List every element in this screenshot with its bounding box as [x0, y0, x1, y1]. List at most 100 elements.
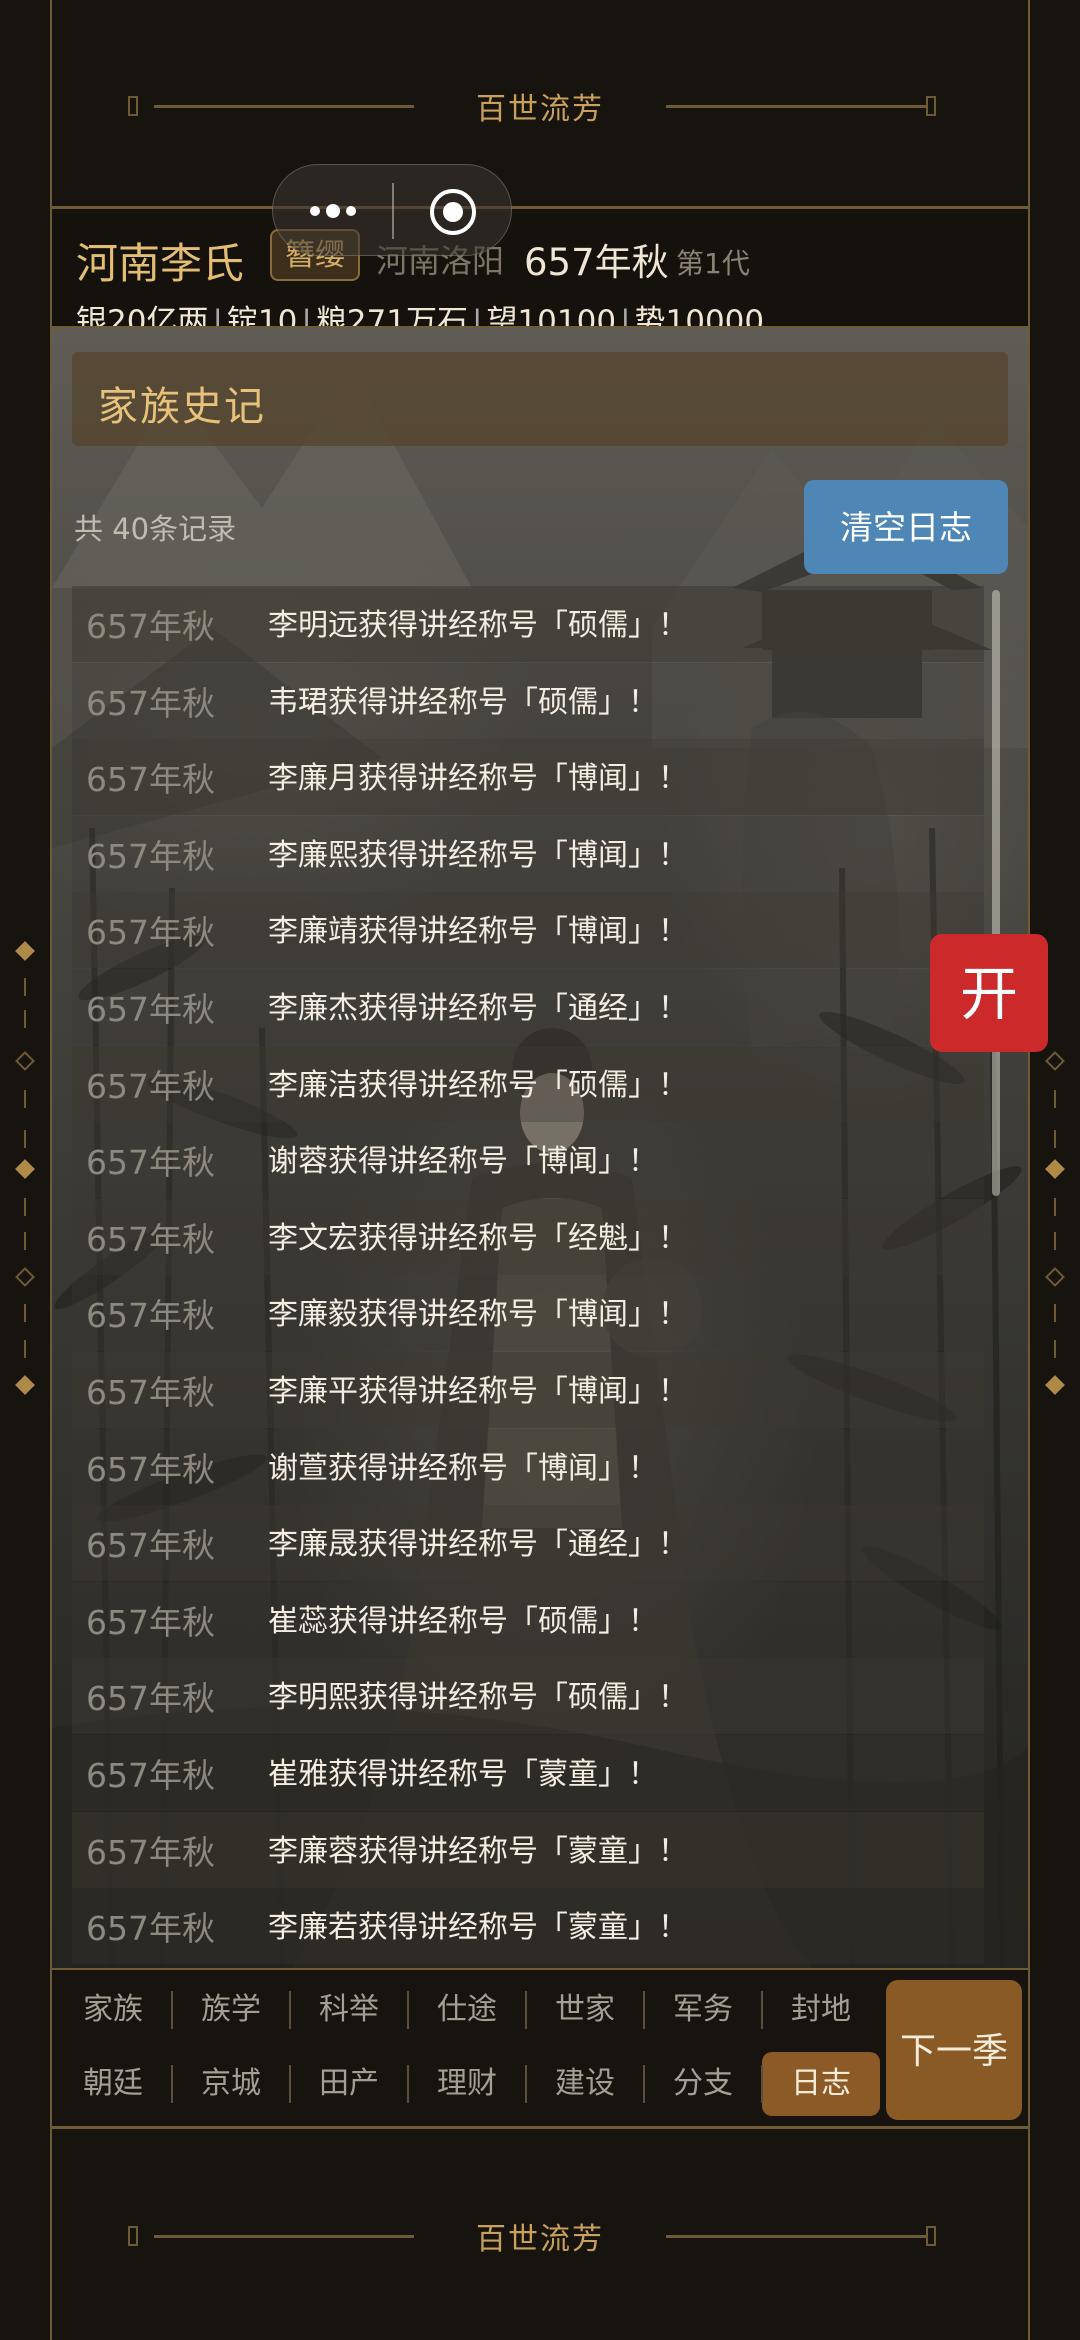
log-entry: 657年秋 李廉杰获得讲经称号「通经」！	[72, 968, 984, 1045]
generation-label: 第1代	[676, 247, 750, 280]
log-entry: 657年秋 韦珺获得讲经称号「硕儒」！	[72, 662, 984, 739]
bottom-nav: 家族 族学 科举 仕途 世家 军务 封地 朝廷 京城 田产 理财 建设 分支 日志 下一季	[52, 1970, 1028, 2128]
log-entry-date: 657年秋	[86, 836, 215, 876]
log-entry-date: 657年秋	[86, 1526, 215, 1566]
log-entry: 657年秋 李廉若获得讲经称号「蒙童」！	[72, 1888, 984, 1965]
nav-tab-row1-2[interactable]: 科举	[290, 1978, 408, 2042]
nav-separator	[761, 1991, 763, 2029]
nav-tab-row1-1[interactable]: 族学	[172, 1978, 290, 2042]
log-entry-text: 李文宏获得讲经称号「经魁」！	[268, 1220, 688, 1256]
log-entry-text: 李廉若获得讲经称号「蒙童」！	[268, 1910, 688, 1946]
nav-separator	[289, 2065, 291, 2103]
nav-separator	[407, 2065, 409, 2103]
log-entry-text: 李明远获得讲经称号「硕儒」！	[268, 608, 688, 643]
clear-log-button[interactable]: 清空日志	[804, 480, 1008, 574]
nav-tab-row1-4[interactable]: 世家	[526, 1978, 644, 2042]
log-entry: 657年秋 李廉蓉获得讲经称号「蒙童」！	[72, 1811, 984, 1888]
log-entry: 657年秋 李廉靖获得讲经称号「博闻」！	[72, 892, 984, 969]
log-entry-text: 谢萱获得讲经称号「博闻」！	[268, 1450, 658, 1486]
family-header: 河南李氏 簪缨 河南洛阳 657年秋 第1代 银20亿两|锭10|粮271万石|…	[52, 212, 1028, 340]
log-entry-text: 李廉毅获得讲经称号「博闻」！	[268, 1297, 688, 1333]
log-entry-text: 李廉杰获得讲经称号「通经」！	[268, 990, 688, 1026]
log-entry: 657年秋 李廉洁获得讲经称号「硕儒」！	[72, 1045, 984, 1122]
log-entry-date: 657年秋	[86, 1066, 215, 1106]
nav-separator	[761, 2065, 763, 2103]
log-entry-date: 657年秋	[86, 989, 215, 1029]
log-entry-date: 657年秋	[86, 760, 215, 800]
nav-separator	[525, 2065, 527, 2103]
log-entry-text: 崔蕊获得讲经称号「硕儒」！	[268, 1603, 658, 1639]
nav-separator	[171, 2065, 173, 2103]
section-title: 家族史记	[98, 384, 266, 430]
more-dots-icon[interactable]	[303, 195, 363, 227]
log-entry-text: 韦珺获得讲经称号「硕儒」！	[268, 684, 658, 720]
bottom-banner: 百世流芳	[50, 2130, 1030, 2330]
record-count: 共 40条记录	[74, 512, 237, 546]
log-entry: 657年秋 李文宏获得讲经称号「经魁」！	[72, 1198, 984, 1275]
log-entry-text: 李廉蓉获得讲经称号「蒙童」！	[268, 1833, 688, 1869]
log-entry-text: 李廉洁获得讲经称号「硕儒」！	[268, 1067, 688, 1103]
nav-tab-row1-0[interactable]: 家族	[54, 1978, 172, 2042]
log-entry: 657年秋 李廉月获得讲经称号「博闻」！	[72, 739, 984, 816]
log-entry-date: 657年秋	[86, 1909, 215, 1949]
nav-separator	[289, 1991, 291, 2029]
log-entry-text: 李廉熙获得讲经称号「博闻」！	[268, 837, 688, 873]
log-entry: 657年秋 谢蓉获得讲经称号「博闻」！	[72, 1122, 984, 1199]
log-entry-text: 李廉靖获得讲经称号「博闻」！	[268, 914, 688, 950]
nav-separator	[407, 1991, 409, 2029]
top-banner: 百世流芳	[50, 0, 1030, 200]
nav-separator	[643, 1991, 645, 2029]
log-entry: 657年秋 李明熙获得讲经称号「硕儒」！	[72, 1658, 984, 1735]
nav-tab-row2-5[interactable]: 分支	[644, 2052, 762, 2116]
target-close-icon[interactable]	[428, 187, 478, 237]
log-entry-date: 657年秋	[86, 913, 215, 953]
log-list[interactable]: 657年秋 李明远获得讲经称号「硕儒」！ 657年秋 韦珺获得讲经称号「硕儒」！ 657…	[72, 586, 984, 1965]
chronicle-panel: 家族史记 共 40条记录 清空日志 657年秋 李明远获得讲经称号「硕儒」！ 657…	[52, 328, 1028, 1968]
log-entry-date: 657年秋	[86, 1372, 215, 1412]
log-entry-date: 657年秋	[86, 607, 215, 646]
log-entry: 657年秋 李廉晟获得讲经称号「通经」！	[72, 1505, 984, 1582]
nav-separator	[525, 1991, 527, 2029]
family-name: 河南李氏	[76, 239, 245, 288]
next-season-button[interactable]: 下一季	[886, 1980, 1022, 2120]
nav-tab-row1-5[interactable]: 军务	[644, 1978, 762, 2042]
nav-tab-row1-3[interactable]: 仕途	[408, 1978, 526, 2042]
log-scrollbar[interactable]	[992, 590, 1000, 1196]
log-entry: 657年秋 李廉平获得讲经称号「博闻」！	[72, 1351, 984, 1428]
nav-tab-row2-4[interactable]: 建设	[526, 2052, 644, 2116]
log-entry-date: 657年秋	[86, 1755, 215, 1795]
log-entry-text: 李廉平获得讲经称号「博闻」！	[268, 1373, 688, 1409]
header-top-rule	[50, 206, 1030, 209]
capsule-divider	[392, 183, 394, 239]
log-entry-text: 崔雅获得讲经称号「蒙童」！	[268, 1756, 658, 1792]
nav-bottom-rule	[50, 2126, 1030, 2129]
nav-tab-row2-6[interactable]: 日志	[762, 2052, 880, 2116]
nav-tab-row2-1[interactable]: 京城	[172, 2052, 290, 2116]
section-title-bar: 家族史记	[72, 352, 1008, 446]
log-entry-date: 657年秋	[86, 1679, 215, 1719]
current-date: 657年秋	[524, 241, 669, 284]
log-entry-text: 李廉月获得讲经称号「博闻」！	[268, 761, 688, 797]
log-entry-date: 657年秋	[86, 1143, 215, 1183]
log-entry-date: 657年秋	[86, 1449, 215, 1489]
log-entry-date: 657年秋	[86, 1602, 215, 1642]
nav-tab-row2-2[interactable]: 田产	[290, 2052, 408, 2116]
log-entry: 657年秋 李明远获得讲经称号「硕儒」！	[72, 586, 984, 662]
log-entry-date: 657年秋	[86, 1832, 215, 1872]
nav-tab-row2-0[interactable]: 朝廷	[54, 2052, 172, 2116]
open-button[interactable]: 开	[930, 934, 1048, 1052]
log-entry: 657年秋 崔蕊获得讲经称号「硕儒」！	[72, 1581, 984, 1658]
log-entry-text: 谢蓉获得讲经称号「博闻」！	[268, 1144, 658, 1180]
log-entry: 657年秋 李廉毅获得讲经称号「博闻」！	[72, 1275, 984, 1352]
nav-tab-row1-6[interactable]: 封地	[762, 1978, 880, 2042]
nav-tab-row2-3[interactable]: 理财	[408, 2052, 526, 2116]
log-entry-text: 李明熙获得讲经称号「硕儒」！	[268, 1680, 688, 1716]
log-entry: 657年秋 崔雅获得讲经称号「蒙童」！	[72, 1734, 984, 1811]
log-entry-date: 657年秋	[86, 1219, 215, 1259]
log-entry-text: 李廉晟获得讲经称号「通经」！	[268, 1527, 688, 1563]
log-entry-date: 657年秋	[86, 683, 215, 723]
banner-title: 百世流芳	[50, 84, 1030, 128]
miniprogram-capsule	[272, 164, 512, 256]
log-entry: 657年秋 李廉熙获得讲经称号「博闻」！	[72, 815, 984, 892]
log-entry-date: 657年秋	[86, 1296, 215, 1336]
